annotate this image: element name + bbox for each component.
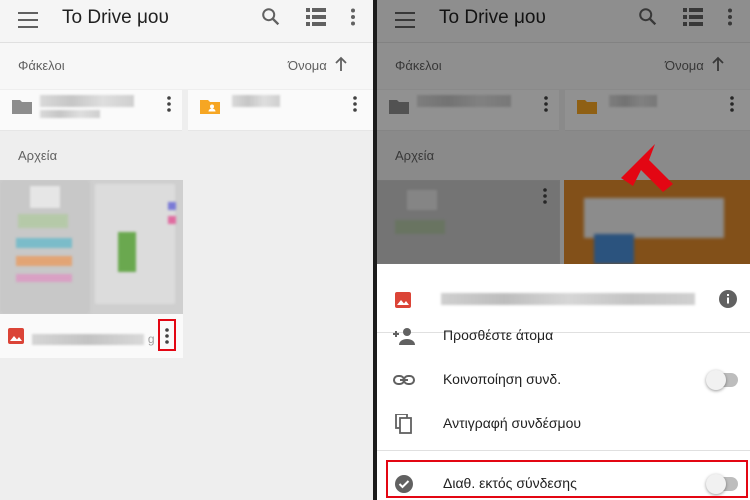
- shared-folder-icon: [200, 100, 220, 114]
- file-thumbnail[interactable]: [0, 180, 183, 314]
- sheet-item-label: Αντιγραφή συνδέσμου: [443, 415, 582, 431]
- image-file-icon: [395, 292, 411, 308]
- folder-name-blurred-2: [40, 110, 100, 118]
- folder-name-blurred: [40, 95, 134, 107]
- folder-more-icon[interactable]: [353, 96, 357, 112]
- file-name-blurred: [441, 293, 695, 305]
- app-bar: To Drive μου: [0, 0, 373, 43]
- folder-more-icon[interactable]: [167, 96, 171, 112]
- more-vert-icon[interactable]: [350, 8, 356, 26]
- more-vert-icon: [165, 328, 169, 344]
- drive-screen-right: To Drive μου Φάκελοι Όνομα Αρχεία Προσθέ…: [377, 0, 750, 500]
- sheet-item-label: Κοινοποίηση συνδ.: [443, 371, 562, 387]
- folder-icon: [12, 100, 32, 114]
- pointer-arrow-icon: [621, 144, 673, 192]
- file-name-blurred: g: [32, 332, 155, 346]
- folder-card-2[interactable]: [188, 90, 373, 131]
- copy-icon: [395, 414, 412, 434]
- add-person-icon: [393, 328, 415, 345]
- page-title: To Drive μου: [62, 7, 169, 28]
- list-view-icon[interactable]: [306, 8, 326, 26]
- sort-by-name[interactable]: Όνομα: [288, 58, 327, 73]
- file-actions-bottom-sheet: Προσθέστε άτομα Κοινοποίηση συνδ. Αντιγρ…: [377, 264, 750, 500]
- image-file-icon: [8, 328, 24, 344]
- folder-name-blurred: [232, 95, 280, 107]
- search-icon[interactable]: [260, 6, 282, 28]
- sheet-item-copy-link[interactable]: Αντιγραφή συνδέσμου: [377, 402, 750, 446]
- info-icon[interactable]: [719, 290, 737, 308]
- drive-screen-left: To Drive μου Φάκελοι Όνομα Αρχεία g: [0, 0, 373, 500]
- link-icon: [393, 375, 415, 385]
- sheet-divider: [377, 450, 750, 451]
- sort-arrow-up-icon[interactable]: [334, 56, 348, 72]
- menu-icon[interactable]: [18, 12, 38, 28]
- folder-card-1[interactable]: [0, 90, 182, 131]
- sheet-item-add-people[interactable]: Προσθέστε άτομα: [377, 314, 750, 358]
- sheet-item-share-link[interactable]: Κοινοποίηση συνδ.: [377, 358, 750, 402]
- file-more-button-highlighted[interactable]: [158, 319, 176, 351]
- sheet-item-label: Προσθέστε άτομα: [443, 327, 554, 343]
- sort-bar: Φάκελοι Όνομα: [0, 43, 373, 89]
- offline-row-highlight: [386, 460, 748, 498]
- files-heading: Αρχεία: [18, 148, 58, 163]
- share-link-toggle[interactable]: [706, 370, 738, 390]
- file-card[interactable]: g: [0, 314, 183, 358]
- folders-heading: Φάκελοι: [18, 58, 65, 73]
